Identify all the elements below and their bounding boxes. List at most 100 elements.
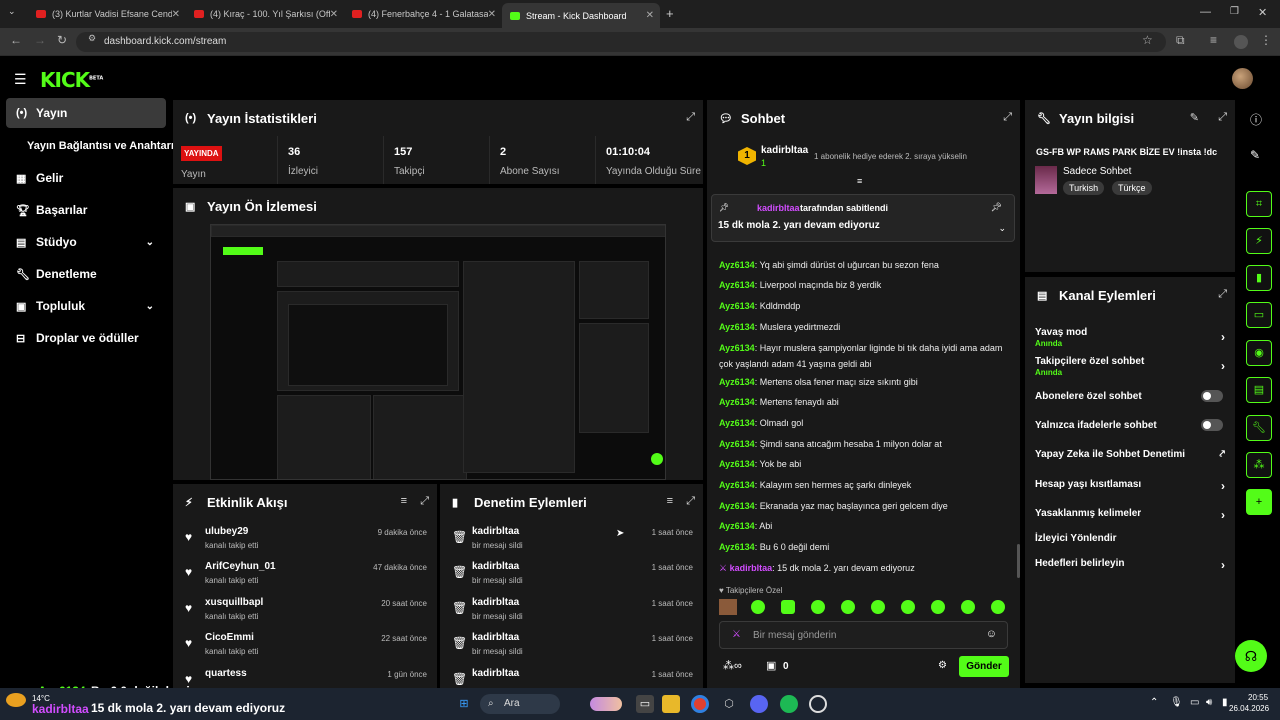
- emote-icon[interactable]: [751, 600, 765, 614]
- sidebar-item-studyo[interactable]: ▤ Stüdyo ⌄: [6, 227, 166, 257]
- rail-lightning-button[interactable]: ⚡︎: [1246, 228, 1272, 254]
- action-slow-mode[interactable]: Yavaş mod Anında ›: [1035, 327, 1225, 348]
- popout-icon[interactable]: ⤢: [420, 495, 429, 508]
- emote-icon[interactable]: [841, 600, 855, 614]
- toggle-switch[interactable]: [1201, 419, 1223, 431]
- emote-icon[interactable]: [871, 600, 885, 614]
- stream-preview-video[interactable]: [210, 224, 666, 480]
- network-icon[interactable]: ▭: [1190, 697, 1199, 708]
- weather-icon[interactable]: [6, 693, 26, 707]
- rail-community-button[interactable]: ⁂: [1246, 452, 1272, 478]
- clock-date[interactable]: 26.04.2026: [1229, 704, 1269, 713]
- action-banned-words[interactable]: Yasaklanmış kelimeler ›: [1035, 508, 1225, 522]
- sidebar-item-droplar[interactable]: ⊟ Droplar ve ödüller: [6, 323, 166, 353]
- edit-pencil-icon[interactable]: ✎: [1250, 148, 1260, 162]
- rail-wrench-button[interactable]: 🔧︎: [1246, 415, 1272, 441]
- toggle-switch[interactable]: [1201, 390, 1223, 402]
- help-headset-button[interactable]: ☊: [1235, 640, 1267, 672]
- rail-actions-button[interactable]: ▤: [1246, 377, 1272, 403]
- microphone-icon[interactable]: 🎙︎: [1170, 697, 1183, 708]
- windows-start-icon[interactable]: ⊞: [455, 695, 473, 713]
- clock-time[interactable]: 20:55: [1248, 693, 1268, 702]
- emote-icon[interactable]: [719, 599, 737, 615]
- rail-chat-button[interactable]: ▭: [1246, 302, 1272, 328]
- browser-tab-3[interactable]: (4) Fenerbahçe 4 - 1 Galatasaray ✕: [344, 3, 502, 25]
- browser-tab-1[interactable]: (3) Kurtlar Vadisi Efsane Cender ✕: [28, 3, 186, 25]
- emote-icon[interactable]: [961, 600, 975, 614]
- close-icon[interactable]: ✕: [330, 9, 338, 20]
- reload-icon[interactable]: ↻: [57, 33, 67, 47]
- discord-icon[interactable]: [750, 695, 768, 713]
- action-ai-moderation[interactable]: Yapay Zeka ile Sohbet Denetimi ⤤: [1035, 449, 1225, 460]
- treasure-icon[interactable]: ▣: [766, 659, 776, 672]
- chevron-down-icon[interactable]: ⌄: [998, 223, 1006, 234]
- action-emotes-only[interactable]: Yalnızca ifadelerle sohbet: [1035, 419, 1225, 431]
- edit-pencil-icon[interactable]: ✎: [1190, 111, 1199, 124]
- sidebar-item-denetleme[interactable]: 🔧︎ Denetleme: [6, 259, 166, 289]
- popout-icon[interactable]: ⤢: [1218, 111, 1227, 124]
- file-explorer-icon[interactable]: [662, 695, 680, 713]
- emote-icon[interactable]: [991, 600, 1005, 614]
- send-button[interactable]: Gönder: [959, 656, 1009, 677]
- tab-list-icon[interactable]: ⌄: [8, 6, 16, 17]
- profile-icon[interactable]: [1234, 35, 1248, 49]
- sidebar-item-yayin[interactable]: (•) Yayın: [6, 98, 166, 128]
- rail-document-button[interactable]: ▮: [1246, 265, 1272, 291]
- info-icon[interactable]: ⓘ: [1250, 111, 1262, 128]
- emote-icon[interactable]: [781, 600, 795, 614]
- emote-icon[interactable]: [931, 600, 945, 614]
- url-input[interactable]: dashboard.kick.com/stream: [76, 32, 1166, 52]
- forward-icon[interactable]: →: [34, 33, 46, 47]
- sidebar-item-basarilar[interactable]: 🏆︎ Başarılar: [6, 195, 166, 225]
- close-icon[interactable]: ✕: [646, 10, 654, 21]
- maximize-icon[interactable]: ❐: [1230, 6, 1239, 17]
- chat-scrollbar[interactable]: [1017, 544, 1020, 578]
- back-icon[interactable]: ←: [10, 33, 22, 47]
- close-icon[interactable]: ✕: [172, 9, 180, 20]
- new-tab-icon[interactable]: +: [666, 6, 674, 21]
- action-host-viewers[interactable]: İzleyici Yönlendir: [1035, 533, 1225, 544]
- emoji-picker-icon[interactable]: ☺: [986, 628, 997, 640]
- pinned-message[interactable]: 📌︎ kadirbltaa tarafından sabitlendi 15 d…: [711, 194, 1015, 242]
- browser-menu-icon[interactable]: ⋮: [1260, 33, 1272, 47]
- chat-input[interactable]: ⚔︎ Bir mesaj gönderin ☺: [719, 621, 1008, 649]
- chrome-icon[interactable]: [691, 695, 709, 713]
- site-info-icon[interactable]: ⚙: [88, 33, 96, 44]
- action-subscribers-only[interactable]: Abonelere özel sohbet: [1035, 390, 1225, 402]
- hamburger-menu-icon[interactable]: ☰: [14, 71, 27, 88]
- minimize-icon[interactable]: —: [1200, 6, 1211, 18]
- app-icon[interactable]: [809, 695, 827, 713]
- extensions-icon[interactable]: ⧉: [1176, 33, 1185, 48]
- app-icon[interactable]: ⬡: [720, 695, 738, 713]
- tag-chip[interactable]: Türkçe: [1112, 181, 1152, 195]
- popout-icon[interactable]: ⤢: [686, 111, 695, 124]
- chat-settings-icon[interactable]: ⚙: [938, 660, 947, 671]
- volume-icon[interactable]: 🔊︎: [1206, 697, 1212, 708]
- bookmark-star-icon[interactable]: ☆: [1142, 33, 1153, 47]
- sidebar-item-stream-key[interactable]: Yayın Bağlantısı ve Anahtarı: [6, 131, 176, 161]
- battery-icon[interactable]: ▮: [1222, 697, 1228, 708]
- emote-icon[interactable]: [901, 600, 915, 614]
- filter-icon[interactable]: ≡: [667, 495, 673, 507]
- action-followers-only[interactable]: Takipçilere özel sohbet Anında ›: [1035, 356, 1225, 377]
- infinity-icon[interactable]: ⁂∞: [723, 659, 742, 672]
- media-control-icon[interactable]: ≡: [1210, 33, 1217, 47]
- rail-scan-button[interactable]: ⌗: [1246, 191, 1272, 217]
- sidebar-item-gelir[interactable]: ▦ Gelir: [6, 163, 166, 193]
- kick-logo[interactable]: KICKBETA: [40, 68, 103, 92]
- browser-tab-4[interactable]: Stream - Kick Dashboard ✕: [502, 3, 660, 28]
- user-avatar[interactable]: [1232, 68, 1253, 89]
- action-set-goals[interactable]: Hedefleri belirleyin ›: [1035, 558, 1225, 572]
- close-icon[interactable]: ✕: [488, 9, 496, 20]
- pin-icon[interactable]: 📌︎: [991, 202, 1002, 213]
- browser-tab-2[interactable]: (4) Kıraç - 100. Yıl Şarkısı (Offici ✕: [186, 3, 344, 25]
- spotify-icon[interactable]: [780, 695, 798, 713]
- rail-broadcast-button[interactable]: ◉: [1246, 340, 1272, 366]
- taskbar-search[interactable]: ⌕ Ara: [480, 694, 560, 714]
- task-view-icon[interactable]: ▭: [636, 695, 654, 713]
- action-account-age[interactable]: Hesap yaşı kısıtlaması ›: [1035, 479, 1225, 493]
- tray-chevron-icon[interactable]: ⌃: [1150, 697, 1158, 708]
- sidebar-item-topluluk[interactable]: ▣ Topluluk ⌄: [6, 291, 166, 321]
- rail-add-widget-button[interactable]: +: [1246, 489, 1272, 515]
- chat-collapse-icon[interactable]: ≡: [857, 176, 862, 186]
